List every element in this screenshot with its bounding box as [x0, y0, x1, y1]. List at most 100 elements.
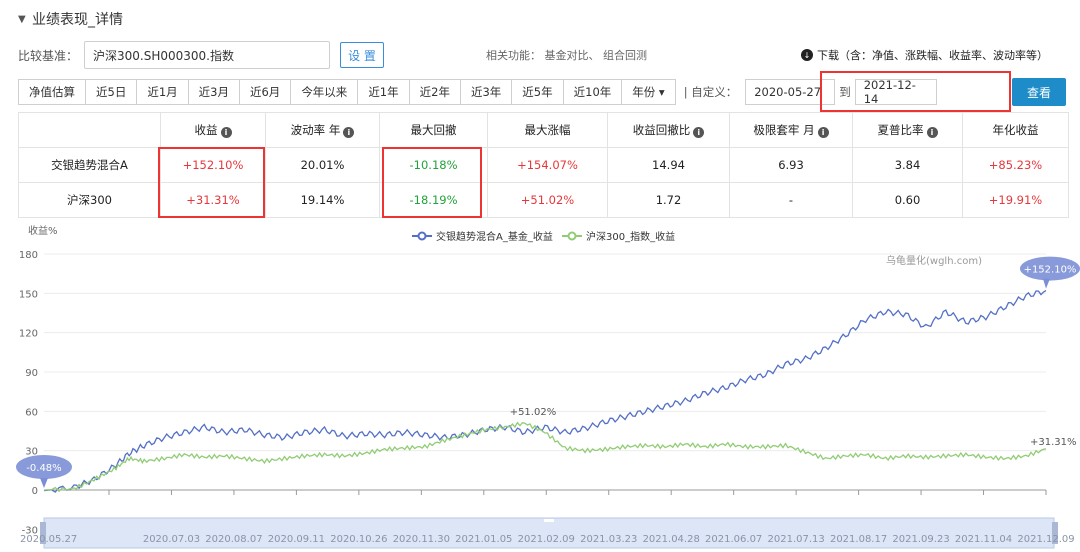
- info-icon[interactable]: i: [343, 127, 355, 138]
- x-tick-label: 2021.06.07: [705, 534, 762, 545]
- cell-return-drawdown-ratio: 1.72: [607, 182, 730, 218]
- info-icon[interactable]: i: [693, 127, 705, 138]
- start-bubble-pointer: [40, 478, 48, 488]
- table-row: 沪深300 +31.31% 19.14% -18.19% +51.02% 1.7…: [18, 182, 1069, 218]
- related-functions[interactable]: 相关功能： 基金对比、 组合回测: [486, 47, 647, 63]
- chevron-down-icon: ▼: [18, 13, 26, 25]
- y-tick-label: 150: [19, 289, 38, 300]
- x-tick-label: 2021.11.04: [955, 534, 1012, 545]
- period-tab-ytd[interactable]: 今年以来: [290, 79, 359, 105]
- x-tick-label: 2020.07.03: [143, 534, 200, 545]
- header-max-drawdown: 最大回撤: [379, 112, 488, 148]
- period-tab-5y[interactable]: 近5年: [511, 79, 564, 105]
- x-tick-label: 2021.09.23: [892, 534, 949, 545]
- cell-volatility: 19.14%: [265, 182, 380, 218]
- period-tab-5d[interactable]: 近5日: [85, 79, 138, 105]
- download-label: 下载（含：净值、涨跌幅、收益率、波动率等）: [817, 49, 1048, 62]
- cell-max-drawdown: -18.19%: [379, 182, 488, 218]
- section-title: 业绩表现_详情: [32, 12, 123, 28]
- benchmark-input[interactable]: 沪深300.SH000300.指数: [84, 41, 331, 69]
- row-name[interactable]: 沪深300: [18, 182, 161, 218]
- period-tab-2y[interactable]: 近2年: [408, 79, 461, 105]
- legend-label: 沪深300_指数_收益: [586, 230, 675, 243]
- x-tick-label: 2021.07.13: [768, 534, 825, 545]
- info-icon[interactable]: i: [817, 127, 829, 138]
- cell-max-trapped: 6.93: [729, 147, 853, 183]
- header-return: 收益 i: [160, 112, 266, 148]
- period-tabs: 净值估算 近5日 近1月 近3月 近6月 今年以来 近1年 近2年 近3年 近5…: [18, 78, 937, 106]
- fund-end-label: +152.10%: [1024, 265, 1077, 276]
- header-name: [18, 112, 161, 148]
- legend-marker: [417, 231, 427, 241]
- x-tick-label: 2021.04.28: [643, 534, 700, 545]
- header-volatility: 波动率 年i: [265, 112, 380, 148]
- info-icon[interactable]: i: [220, 127, 232, 138]
- cell-annualized-return: +19.91%: [962, 182, 1069, 218]
- query-button[interactable]: 查看: [1012, 78, 1066, 106]
- cell-max-gain: +51.02%: [487, 182, 608, 218]
- cell-volatility: 20.01%: [265, 147, 380, 183]
- index-end-label: +31.31%: [1030, 437, 1077, 448]
- performance-table: 收益 i 波动率 年i 最大回撤 最大涨幅 收益回撤比 i 极限套牢 月i 夏普比率…: [18, 112, 1069, 218]
- period-tab-1m[interactable]: 近1月: [136, 79, 189, 105]
- period-tab-1y[interactable]: 近1年: [357, 79, 410, 105]
- cell-sharpe: 3.84: [852, 147, 963, 183]
- info-icon[interactable]: i: [926, 127, 938, 138]
- y-tick-label: 180: [19, 250, 38, 261]
- y-axis: -300306090120150180: [19, 250, 38, 536]
- chart-grid: [44, 253, 1046, 530]
- custom-range-label: | 自定义：: [683, 85, 738, 99]
- x-tick-label: 2021.12.09: [1017, 534, 1074, 545]
- start-label: -0.48%: [26, 463, 61, 474]
- header-annualized-return: 年化收益: [962, 112, 1069, 148]
- period-tab-10y[interactable]: 近10年: [562, 79, 623, 105]
- chart-legend: 交银趋势混合A_基金_收益 沪深300_指数_收益: [412, 230, 675, 243]
- x-tick-label: 2020.09.11: [268, 534, 325, 545]
- x-tick-label: 2020.05.27: [20, 534, 77, 545]
- period-tab-3y[interactable]: 近3年: [459, 79, 513, 105]
- x-tick-label: 2021.02.09: [518, 534, 575, 545]
- series-line: [43, 290, 1047, 493]
- cell-return: +31.31%: [160, 182, 266, 218]
- x-tick-label: 2020.11.30: [393, 534, 450, 545]
- row-name[interactable]: 交银趋势混合A: [18, 147, 161, 183]
- y-axis-label: 收益%: [28, 224, 58, 237]
- y-tick-label: 120: [19, 329, 38, 340]
- header-return-drawdown-ratio: 收益回撤比 i: [607, 112, 730, 148]
- cell-max-gain: +154.07%: [487, 147, 608, 183]
- cell-max-drawdown: -10.18%: [379, 147, 488, 183]
- table-row: 交银趋势混合A +152.10% 20.01% -10.18% +154.07%…: [18, 147, 1069, 183]
- benchmark-label: 比较基准：: [18, 48, 79, 63]
- y-tick-label: 60: [25, 407, 38, 418]
- period-tab-year-select[interactable]: 年份 ▾: [621, 79, 676, 105]
- period-tab-3m[interactable]: 近3月: [187, 79, 240, 105]
- start-date-input[interactable]: 2020-05-27: [745, 79, 836, 105]
- y-tick-label: 0: [32, 486, 38, 497]
- fund-end-pointer: [1043, 278, 1050, 289]
- period-tab-nav-estimate[interactable]: 净值估算: [18, 79, 86, 105]
- benchmark-row: 比较基准： 沪深300.SH000300.指数 设 置 相关功能： 基金对比、 …: [18, 40, 1068, 70]
- chart-series: [43, 290, 1047, 493]
- header-sharpe: 夏普比率 i: [852, 112, 963, 148]
- x-tick-label: 2021.08.17: [830, 534, 887, 545]
- cell-max-trapped: -: [729, 182, 853, 218]
- x-tick-label: 2021.03.23: [580, 534, 637, 545]
- x-tick-label: 2020.08.07: [205, 534, 262, 545]
- download-link[interactable]: ↓ 下载（含：净值、涨跌幅、收益率、波动率等）: [801, 47, 1048, 63]
- section-header[interactable]: ▼ 业绩表现_详情: [18, 8, 123, 30]
- x-tick-label: 2020.10.26: [330, 534, 387, 545]
- index-peak-label: +51.02%: [510, 407, 557, 418]
- series-line: [43, 421, 1047, 493]
- period-tab-6m[interactable]: 近6月: [238, 79, 292, 105]
- watermark: 乌龟量化(wglh.com): [886, 254, 982, 267]
- download-icon: ↓: [801, 49, 813, 61]
- header-max-gain: 最大涨幅: [487, 112, 608, 148]
- x-tick-label: 2021.01.05: [455, 534, 512, 545]
- cell-return: +152.10%: [160, 147, 266, 183]
- return-chart[interactable]: -300306090120150180 收益% 交银趋势混合A_基金_收益 沪深3…: [0, 222, 1080, 552]
- legend-label: 交银趋势混合A_基金_收益: [436, 230, 553, 243]
- slider-grip: [544, 519, 554, 522]
- cell-annualized-return: +85.23%: [962, 147, 1069, 183]
- set-button[interactable]: 设 置: [340, 42, 385, 68]
- end-date-input[interactable]: 2021-12-14: [854, 78, 937, 106]
